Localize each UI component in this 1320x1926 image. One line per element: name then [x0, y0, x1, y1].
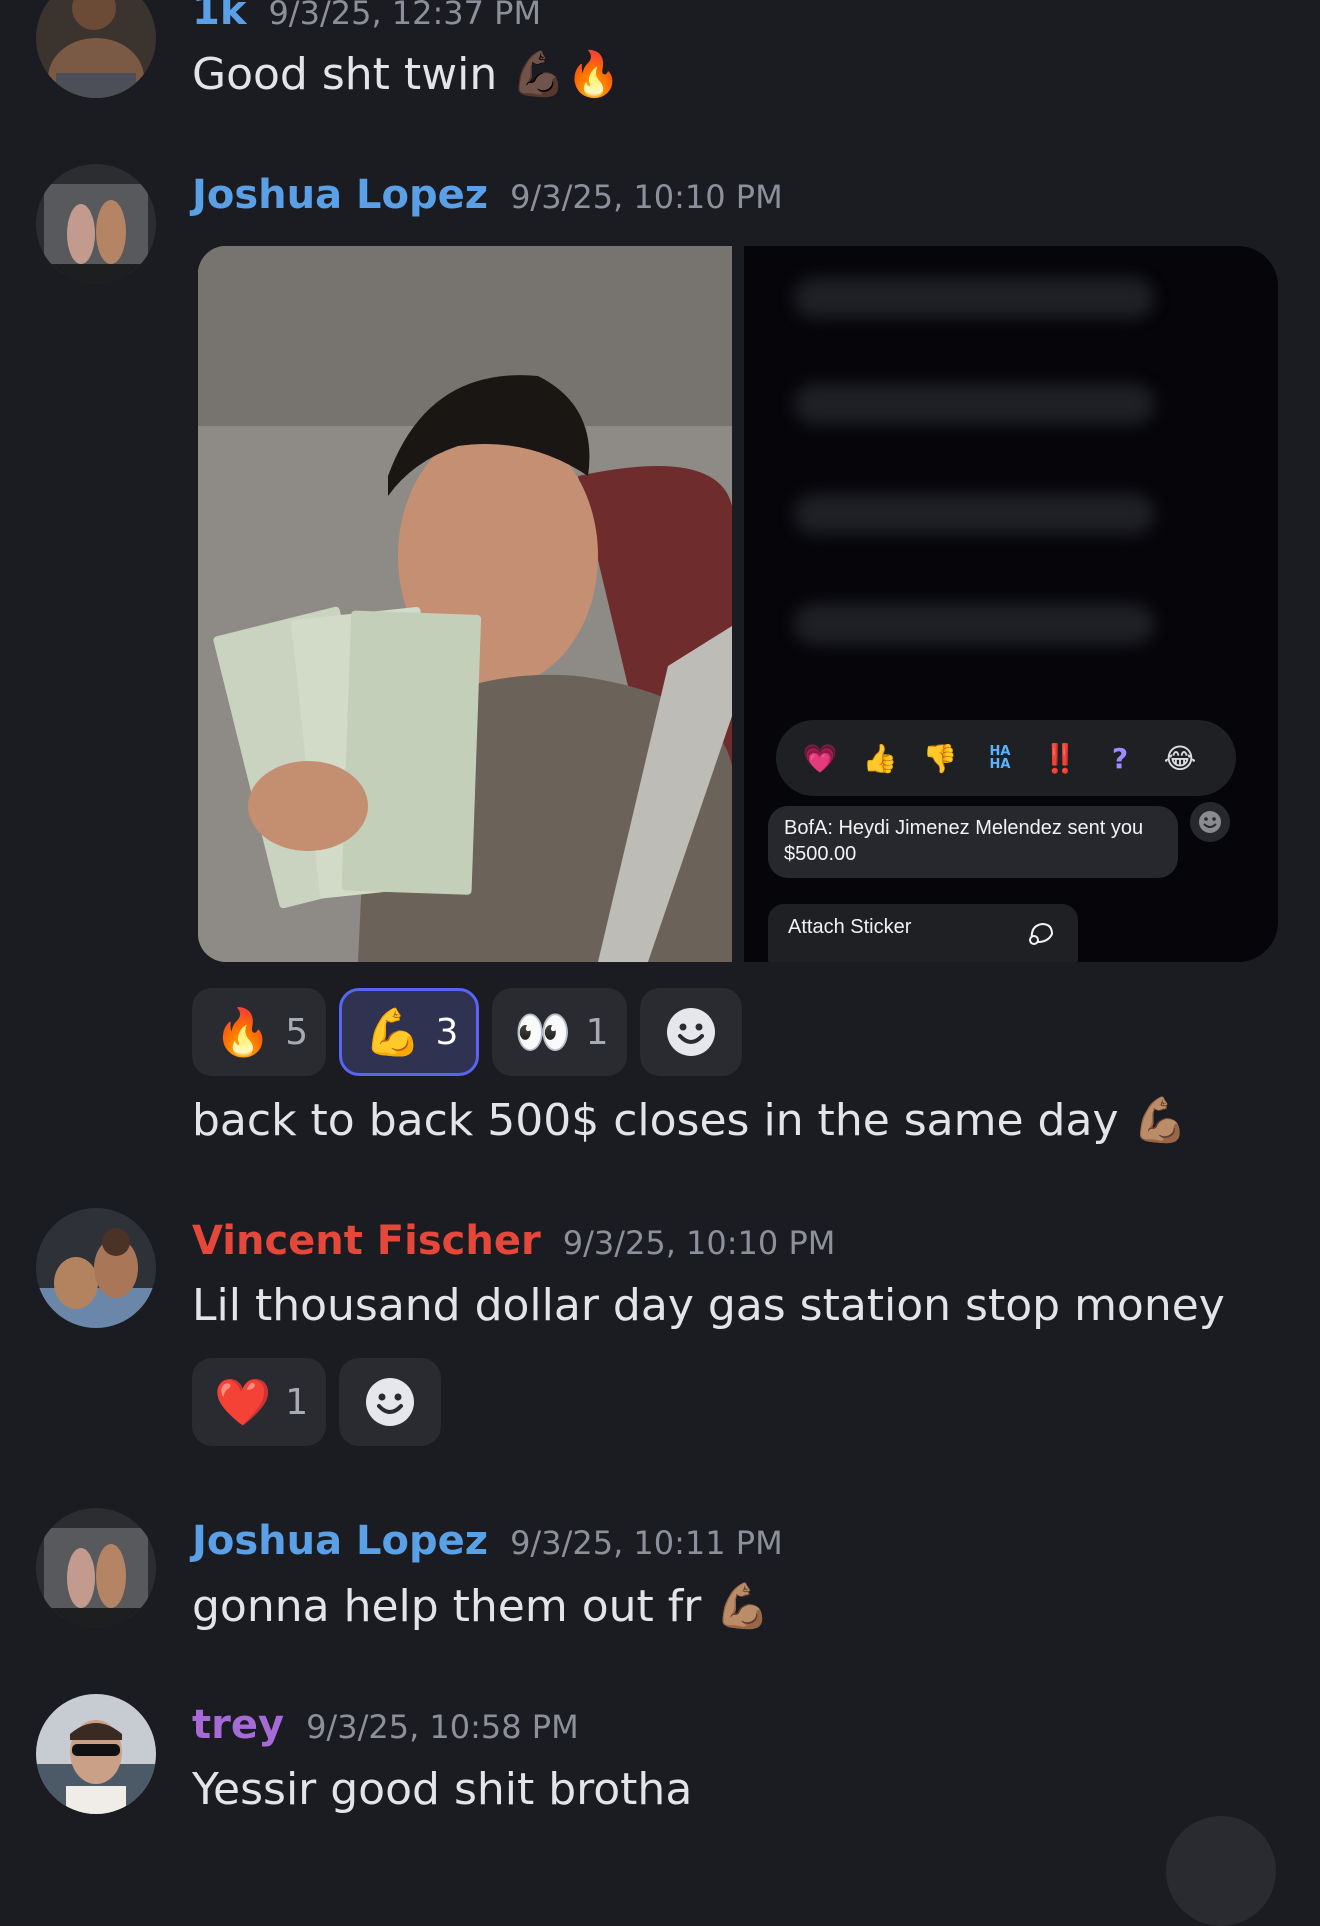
- reactions-bar: 🔥 5 💪 3 👀 1: [192, 988, 742, 1076]
- selfie-photo[interactable]: [198, 246, 732, 962]
- avatar[interactable]: [36, 1208, 156, 1328]
- jump-to-present-button[interactable]: [1166, 1816, 1276, 1926]
- flexed-biceps-emoji: 💪🏽: [1132, 1095, 1188, 1146]
- image-attachment-group: 💗 👍 👎 HA HA ‼️ ? 😂 BofA: Heydi Jimenez M…: [198, 246, 1278, 962]
- reaction-count: 1: [285, 1381, 309, 1423]
- fire-icon: 🔥: [214, 1005, 272, 1059]
- reaction-heart[interactable]: ❤️ 1: [192, 1358, 327, 1446]
- bank-notification-screenshot[interactable]: 💗 👍 👎 HA HA ‼️ ? 😂 BofA: Heydi Jimenez M…: [744, 246, 1278, 962]
- sticker-icon: [1026, 918, 1056, 954]
- sms-bubble: BofA: Heydi Jimenez Melendez sent you $5…: [768, 806, 1178, 878]
- exclamation-icon: ‼️: [1042, 741, 1078, 775]
- message-text: back to back 500$ closes in the same day: [192, 1095, 1119, 1146]
- thumbs-down-icon: 👎: [922, 741, 958, 775]
- timestamp: 9/3/25, 10:58 PM: [306, 1708, 579, 1746]
- tapback-bar: 💗 👍 👎 HA HA ‼️ ? 😂: [776, 720, 1236, 796]
- author-name[interactable]: trey: [192, 1702, 284, 1748]
- message-text: Lil thousand dollar day gas station stop…: [192, 1280, 1225, 1331]
- reactions-bar: ❤️ 1: [192, 1358, 442, 1446]
- thumbs-up-icon: 👍: [862, 741, 898, 775]
- flexed-biceps-icon: 💪: [364, 1005, 422, 1059]
- heart-icon: 💗: [802, 741, 838, 775]
- flexed-biceps-emoji: 💪🏽: [715, 1581, 771, 1632]
- avatar[interactable]: [36, 1694, 156, 1814]
- reaction-flexed-biceps[interactable]: 💪 3: [339, 988, 480, 1076]
- attach-sticker-bar: Attach Sticker: [768, 904, 1078, 962]
- haha-icon: HA HA: [989, 744, 1011, 772]
- reaction-fire[interactable]: 🔥 5: [192, 988, 327, 1076]
- smiley-add-reaction-icon: [666, 1008, 715, 1056]
- timestamp: 9/3/25, 12:37 PM: [268, 0, 542, 32]
- question-icon: ?: [1111, 741, 1129, 775]
- reaction-count: 1: [585, 1011, 609, 1053]
- eyes-icon: 👀: [514, 1005, 572, 1059]
- timestamp: 9/3/25, 10:10 PM: [562, 1224, 836, 1262]
- author-name[interactable]: Joshua Lopez: [192, 172, 488, 218]
- heart-icon: ❤️: [214, 1375, 272, 1429]
- avatar[interactable]: [36, 164, 156, 284]
- author-name[interactable]: 1k: [192, 0, 246, 34]
- message-emoji: 💪🏿🔥: [511, 49, 621, 100]
- message-text: Good sht twin: [192, 49, 498, 100]
- reaction-count: 3: [435, 1011, 459, 1053]
- reaction-count: 5: [285, 1011, 309, 1053]
- add-reaction-button[interactable]: [339, 1358, 442, 1446]
- timestamp: 9/3/25, 10:11 PM: [510, 1524, 783, 1562]
- message-text: gonna help them out fr: [192, 1581, 702, 1632]
- smiley-add-reaction-icon: [366, 1378, 415, 1426]
- laughing-icon: 😂: [1163, 741, 1197, 775]
- reaction-eyes[interactable]: 👀 1: [492, 988, 627, 1076]
- add-reaction-button[interactable]: [639, 988, 742, 1076]
- avatar[interactable]: [36, 0, 156, 98]
- add-reaction-icon: [1190, 802, 1230, 842]
- avatar[interactable]: [36, 1508, 156, 1628]
- timestamp: 9/3/25, 10:10 PM: [510, 178, 783, 216]
- author-name[interactable]: Joshua Lopez: [192, 1518, 488, 1564]
- message-text: Yessir good shit brotha: [192, 1764, 693, 1815]
- author-name[interactable]: Vincent Fischer: [192, 1218, 541, 1264]
- attach-sticker-label: Attach Sticker: [788, 916, 912, 938]
